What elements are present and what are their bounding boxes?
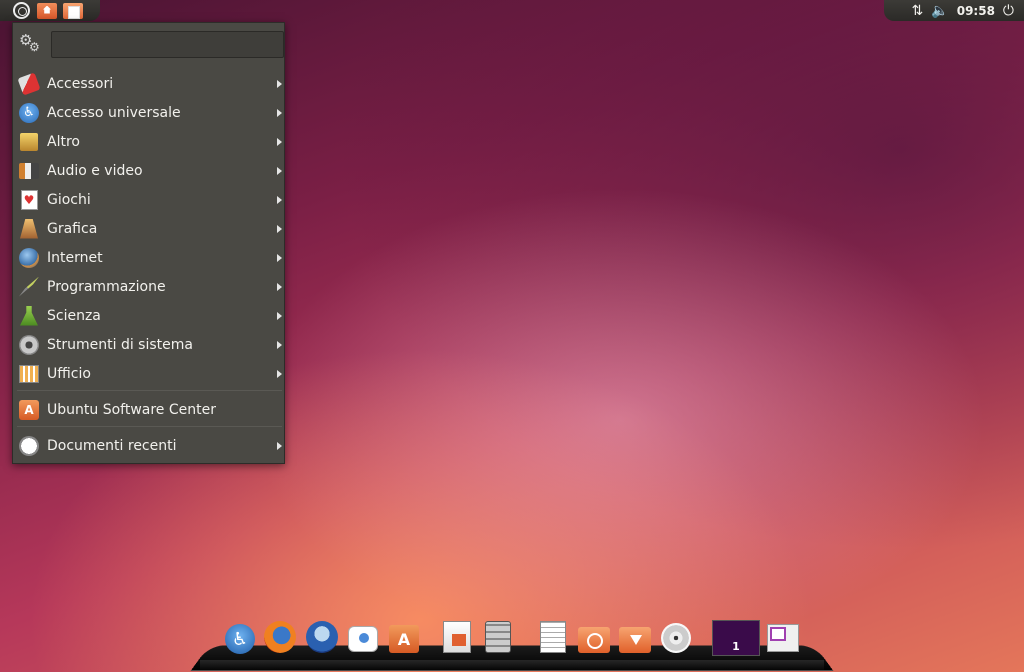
menu-item-label: Altro (47, 133, 80, 150)
disc-icon[interactable] (659, 621, 693, 655)
menu-item-accesso-universale[interactable]: ♿ Accesso universale (13, 98, 284, 127)
graphics-icon (18, 218, 40, 240)
clock[interactable]: 09:58 (957, 4, 995, 18)
science-icon (18, 305, 40, 327)
universal-access-icon[interactable]: ♿ (223, 622, 257, 656)
submenu-arrow-icon (277, 370, 282, 378)
submenu-arrow-icon (277, 196, 282, 204)
menu-item-scienza[interactable]: Scienza (13, 301, 284, 330)
submenu-arrow-icon (277, 225, 282, 233)
top-right-panel: ⇅ 🔈 09:58 ⏻ (884, 0, 1024, 21)
menu-item-label: Programmazione (47, 278, 166, 295)
games-icon: ♥ (18, 189, 40, 211)
menu-item-accessori[interactable]: Accessori (13, 69, 284, 98)
submenu-arrow-icon (277, 312, 282, 320)
impress-icon[interactable] (440, 620, 474, 654)
submenu-arrow-icon (277, 138, 282, 146)
search-row: ⚙ ⚙ (13, 23, 284, 65)
menu-item-altro[interactable]: Altro (13, 127, 284, 156)
menu-item-label: Giochi (47, 191, 91, 208)
menu-item-strumenti-di-sistema[interactable]: Strumenti di sistema (13, 330, 284, 359)
submenu-arrow-icon (277, 442, 282, 450)
downloads-folder-icon[interactable] (618, 623, 652, 657)
top-left-panel (0, 0, 100, 21)
menu-item-audio-e-video[interactable]: Audio e video (13, 156, 284, 185)
calculator-icon[interactable] (481, 620, 515, 654)
menu-separator (17, 390, 282, 391)
search-input[interactable] (51, 30, 284, 58)
application-menu: ⚙ ⚙ Accessori ♿ Accesso universale Altro… (12, 22, 285, 464)
accessories-icon (17, 71, 41, 96)
menu-item-label: Ubuntu Software Center (47, 401, 216, 418)
menu-item-label: Internet (47, 249, 103, 266)
documents-folder-icon[interactable] (62, 1, 84, 20)
office-icon (18, 363, 40, 385)
menu-item-label: Scienza (47, 307, 101, 324)
submenu-arrow-icon (277, 341, 282, 349)
firefox-icon[interactable] (263, 620, 297, 654)
empathy-chat-icon[interactable] (346, 622, 380, 656)
thunderbird-icon[interactable] (305, 620, 339, 654)
home-folder-icon[interactable] (36, 1, 58, 20)
menu-item-ufficio[interactable]: Ufficio (13, 359, 284, 388)
software-center-icon: A (18, 399, 40, 421)
volume-icon[interactable]: 🔈 (931, 4, 948, 18)
menu-item-ubuntu-software-center[interactable]: A Ubuntu Software Center (13, 395, 284, 424)
menu-item-documenti-recenti[interactable]: Documenti recenti (13, 431, 284, 460)
software-center-icon[interactable]: A (387, 622, 421, 656)
menu-item-programmazione[interactable]: Programmazione (13, 272, 284, 301)
menu-item-label: Documenti recenti (47, 437, 177, 454)
text-editor-icon[interactable] (536, 620, 570, 654)
show-desktop-icon[interactable] (767, 624, 799, 652)
other-icon (18, 131, 40, 153)
menu-item-internet[interactable]: Internet (13, 243, 284, 272)
gears-icon: ⚙ ⚙ (19, 31, 40, 54)
workspace-number: 1 (732, 640, 740, 653)
submenu-arrow-icon (277, 254, 282, 262)
menu-item-grafica[interactable]: Grafica (13, 214, 284, 243)
ubuntu-logo-icon[interactable] (10, 1, 32, 20)
network-icon[interactable]: ⇅ (912, 4, 924, 18)
recent-documents-icon (18, 435, 40, 457)
submenu-arrow-icon (277, 283, 282, 291)
submenu-arrow-icon (277, 167, 282, 175)
submenu-arrow-icon (277, 80, 282, 88)
submenu-arrow-icon (277, 109, 282, 117)
menu-item-label: Accessori (47, 75, 114, 92)
menu-item-giochi[interactable]: ♥ Giochi (13, 185, 284, 214)
universal-access-icon: ♿ (18, 102, 40, 124)
backup-folder-icon[interactable] (577, 623, 611, 657)
menu-item-label: Audio e video (47, 162, 143, 179)
menu-item-label: Strumenti di sistema (47, 336, 193, 353)
programming-icon (18, 276, 40, 298)
power-icon[interactable]: ⏻ (1003, 4, 1014, 18)
menu-separator (17, 426, 282, 427)
menu-item-label: Ufficio (47, 365, 91, 382)
audio-video-icon (18, 160, 40, 182)
system-tools-icon (18, 334, 40, 356)
internet-icon (18, 247, 40, 269)
menu-item-label: Accesso universale (47, 104, 181, 121)
workspace-switcher[interactable]: 1 (712, 620, 760, 656)
menu-item-label: Grafica (47, 220, 98, 237)
